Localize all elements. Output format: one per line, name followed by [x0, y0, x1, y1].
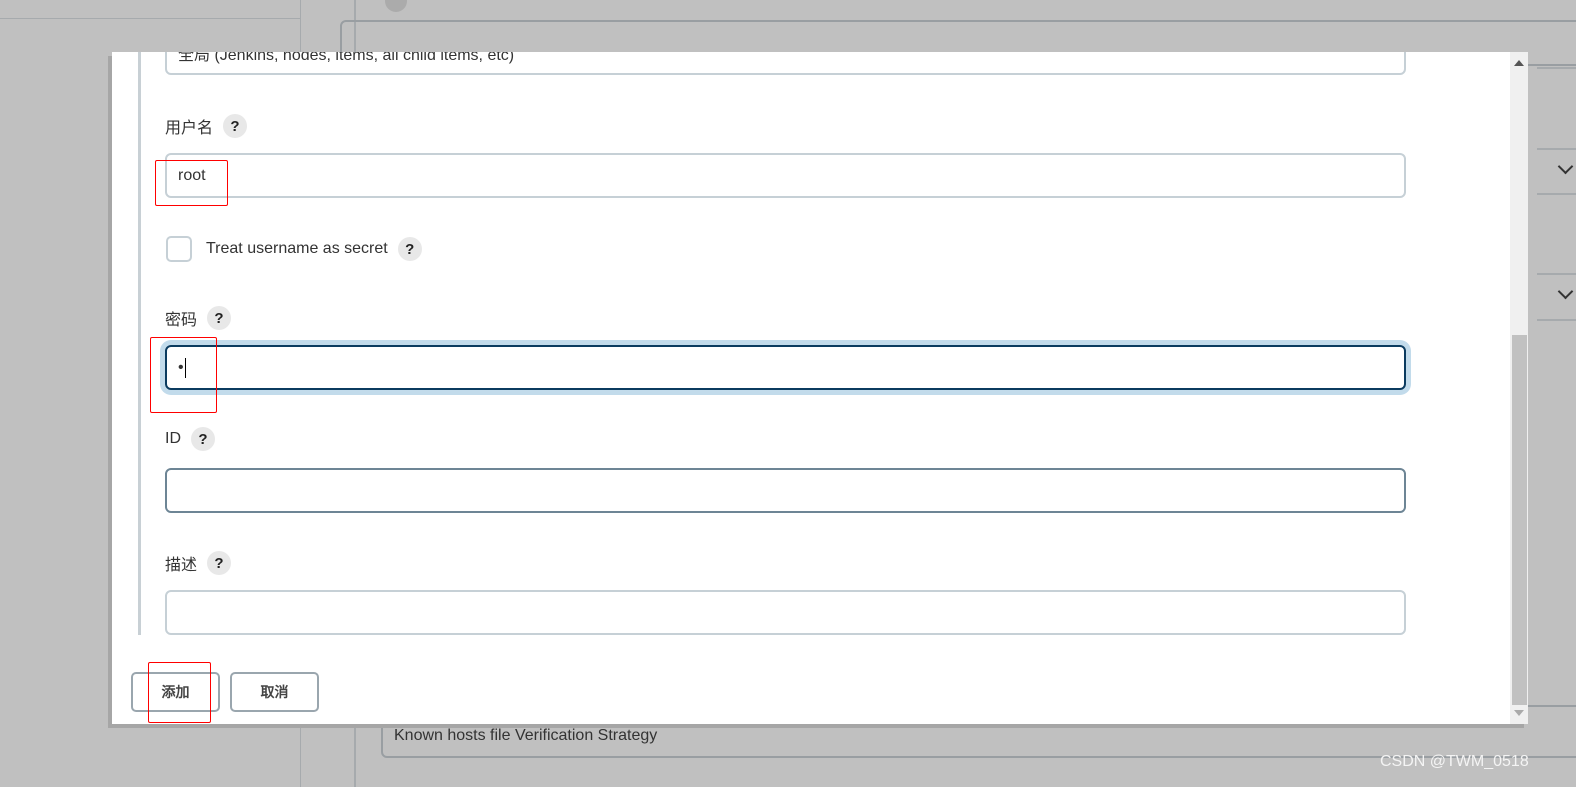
scope-select[interactable]: 全局 (Jenkins, nodes, items, all child ite…	[165, 52, 1406, 75]
password-input[interactable]: •	[165, 345, 1406, 390]
treat-secret-checkbox[interactable]	[166, 236, 192, 262]
treat-secret-label: Treat username as secret?	[206, 237, 422, 261]
description-input[interactable]	[165, 590, 1406, 635]
username-label: 用户名?	[165, 114, 248, 138]
watermark: CSDN @TWM_0518	[1380, 753, 1529, 770]
strategy-select-value: Known hosts file Verification Strategy	[394, 727, 658, 744]
bg-divider	[1537, 67, 1576, 69]
scrollbar[interactable]	[1510, 52, 1528, 724]
scrollbar-thumb[interactable]	[1512, 335, 1527, 705]
chevron-down-icon[interactable]	[1557, 158, 1574, 175]
scope-select-value: 全局 (Jenkins, nodes, items, all child ite…	[178, 52, 515, 64]
bg-divider	[1537, 148, 1576, 150]
section-bar	[138, 52, 141, 635]
password-label-text: 密码	[165, 312, 198, 329]
id-input[interactable]	[165, 468, 1406, 513]
cancel-button[interactable]: 取消	[230, 672, 319, 712]
description-label-text: 描述	[165, 557, 198, 574]
help-icon[interactable]: ?	[191, 427, 215, 451]
id-label: ID?	[165, 427, 215, 451]
help-icon[interactable]: ?	[207, 306, 232, 330]
username-input[interactable]: root	[165, 153, 1406, 198]
bg-divider	[0, 18, 300, 19]
annotation-box	[148, 662, 211, 723]
bg-divider	[1537, 319, 1576, 321]
help-icon[interactable]: ?	[397, 237, 422, 261]
add-credentials-dialog: 全局 (Jenkins, nodes, items, all child ite…	[112, 52, 1528, 724]
annotation-box	[150, 337, 217, 413]
description-label: 描述?	[165, 551, 232, 575]
username-label-text: 用户名	[165, 120, 214, 137]
annotation-box	[155, 160, 228, 206]
bg-help-icon	[385, 0, 407, 12]
help-icon[interactable]: ?	[223, 114, 248, 138]
help-icon[interactable]: ?	[207, 551, 232, 575]
password-label: 密码?	[165, 306, 232, 330]
scroll-up-icon[interactable]	[1514, 60, 1524, 66]
bg-divider	[1537, 193, 1576, 195]
chevron-down-icon[interactable]	[1557, 283, 1574, 300]
bg-divider	[1537, 273, 1576, 275]
id-label-text: ID	[165, 430, 181, 447]
scroll-down-icon[interactable]	[1514, 710, 1524, 716]
treat-secret-text: Treat username as secret	[206, 240, 388, 257]
